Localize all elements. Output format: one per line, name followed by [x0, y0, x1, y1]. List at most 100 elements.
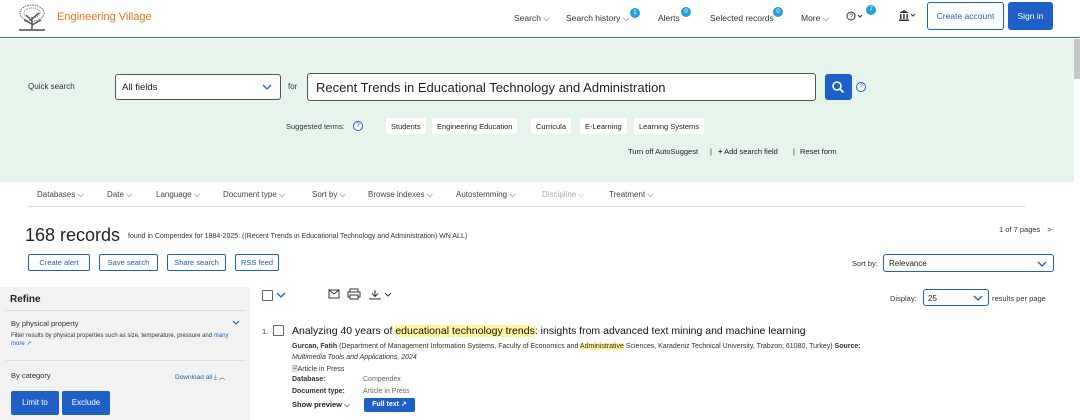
for-label: for [288, 82, 298, 91]
filter-divider [28, 206, 1026, 207]
plus-icon: + [718, 147, 723, 156]
scrollbar[interactable] [1074, 39, 1080, 79]
record-checkbox[interactable] [273, 325, 284, 336]
download-icon[interactable] [369, 289, 395, 300]
physical-property-description: Filter results by physical properties su… [11, 333, 229, 347]
quick-search-label: Quick search [28, 82, 75, 91]
filter-language[interactable]: Language ⌵ [156, 190, 200, 200]
filter-document-type[interactable]: Document type ⌵ [223, 190, 285, 200]
chevron-down-icon[interactable] [276, 292, 286, 298]
share-search-button[interactable]: Share search [167, 254, 226, 271]
chevron-down-icon: ⌵ [339, 190, 346, 199]
search-field-select[interactable]: All fields [115, 74, 281, 100]
rss-feed-button[interactable]: RSS feed [235, 254, 279, 271]
external-link-icon: ↗ [26, 340, 32, 347]
suggested-term[interactable]: Engineering Education [432, 118, 518, 134]
record-source: Multimedia Tools and Applications, 2024 [292, 354, 417, 361]
suggested-term[interactable]: Students [386, 118, 426, 134]
reset-form-link[interactable]: Reset form [800, 147, 837, 156]
svg-text:?: ? [849, 14, 853, 21]
physical-property-heading[interactable]: By physical property [11, 319, 79, 328]
suggested-term[interactable]: Learning Systems [634, 118, 705, 134]
chevron-down-icon: ⌵ [543, 13, 550, 23]
show-preview-toggle[interactable]: Show preview ⌵ [292, 400, 350, 410]
chevron-right-icon[interactable]: > [1047, 225, 1051, 234]
nav-search-history[interactable]: Search history ⌵ [566, 13, 629, 24]
chevron-down-icon: ⌵ [647, 190, 654, 199]
add-search-field-link[interactable]: + Add search field [718, 147, 778, 156]
institution-icon [899, 10, 916, 21]
filter-treatment[interactable]: Treatment ⌵ [609, 190, 653, 200]
alerts-badge: 0 [681, 7, 691, 17]
filter-sort-by[interactable]: Sort by ⌵ [312, 190, 346, 200]
search-panel [0, 39, 1074, 182]
chevron-up-icon[interactable]: ︿ [219, 374, 226, 381]
chevron-down-icon [1037, 261, 1047, 267]
chevron-down-icon: ⌵ [344, 400, 350, 409]
search-help-icon[interactable]: ? [856, 82, 866, 92]
search-query-summary: found in Compendex for 1884-2025: ((Rece… [128, 233, 468, 240]
record-count: 168 records [25, 225, 121, 245]
download-all-link[interactable]: Download all ⤓ ︿ [175, 371, 225, 382]
record-number: 1. [262, 327, 269, 336]
link-separator: | [710, 147, 712, 156]
top-header: Engineering Village Search ⌵ Search hist… [0, 0, 1080, 38]
article-in-press: 🗎Article in Press [292, 366, 345, 373]
highlighted-term: Administrative [579, 343, 624, 350]
autosuggest-toggle[interactable]: Turn off AutoSuggest [628, 147, 698, 156]
nav-more[interactable]: More ⌵ [801, 13, 829, 24]
chevron-down-icon: ⌵ [822, 13, 830, 23]
suggested-help-icon[interactable]: ? [353, 121, 363, 131]
filter-discipline: Discipline ⌵ [542, 190, 585, 199]
filter-browse-indexes[interactable]: Browse indexes ⌵ [368, 190, 433, 200]
filter-databases[interactable]: Databases ⌵ [37, 190, 84, 200]
create-alert-button[interactable]: Create alert [28, 254, 90, 271]
sort-select[interactable]: Relevance [883, 254, 1054, 272]
sign-in-button[interactable]: Sign in [1008, 2, 1053, 30]
selected-records-badge: 0 [773, 7, 783, 17]
author-link[interactable]: Gurcan, Fatih [292, 343, 337, 350]
nav-search[interactable]: Search ⌵ [514, 13, 550, 24]
suggested-term[interactable]: Curricula [531, 118, 572, 134]
suggested-term[interactable]: E-Learning [580, 118, 627, 134]
exclude-button[interactable]: Exclude [62, 391, 110, 415]
chevron-down-icon: ⌵ [622, 13, 630, 23]
print-icon[interactable] [347, 288, 361, 300]
search-input[interactable]: Recent Trends in Educational Technology … [307, 73, 816, 101]
select-all-checkbox[interactable] [262, 290, 273, 301]
filter-autostemming[interactable]: Autostemming ⌵ [456, 190, 515, 200]
highlighted-term: educational technology trends [395, 325, 535, 337]
chevron-down-icon: ⌵ [279, 190, 286, 199]
brand-name[interactable]: Engineering Village [57, 11, 152, 23]
elsevier-logo-icon[interactable] [16, 3, 48, 33]
institution-menu[interactable] [898, 9, 918, 22]
record-database: Database: Compendex [292, 376, 401, 383]
chevron-down-icon: ⌵ [193, 190, 200, 199]
limit-to-button[interactable]: Limit to [11, 391, 59, 415]
chevron-down-icon: ⌵ [509, 190, 516, 199]
help-badge: 7 [866, 5, 876, 15]
chevron-down-icon[interactable] [232, 320, 240, 326]
create-account-button[interactable]: Create account [927, 2, 1004, 30]
per-page-label: results per page [992, 294, 1046, 303]
help-menu[interactable]: ? [846, 10, 866, 22]
record-title-link[interactable]: Analyzing 40 years of educational techno… [292, 325, 806, 337]
results-per-page-select[interactable]: 25 [923, 289, 989, 306]
filter-date[interactable]: Date ⌵ [107, 190, 132, 200]
category-heading[interactable]: By category [11, 371, 51, 380]
nav-alerts[interactable]: Alerts [658, 13, 680, 23]
chevron-down-icon: ⌵ [77, 190, 84, 199]
chevron-down-icon: ⌵ [426, 190, 433, 199]
external-link-icon: ↗ [400, 401, 407, 408]
search-history-badge: 1 [630, 8, 640, 18]
email-icon[interactable] [328, 289, 340, 299]
refine-title: Refine [10, 294, 41, 305]
page-indicator: 1 of 7 pages > [999, 225, 1052, 234]
suggested-terms-label: Suggested terms: [286, 122, 345, 131]
full-text-button[interactable]: Full text ↗ [364, 398, 415, 412]
nav-selected-records[interactable]: Selected records [710, 13, 774, 23]
chevron-down-icon [262, 84, 272, 90]
save-search-button[interactable]: Save search [99, 254, 158, 271]
search-button[interactable] [825, 74, 852, 100]
download-icon: ⤓ [214, 374, 217, 381]
